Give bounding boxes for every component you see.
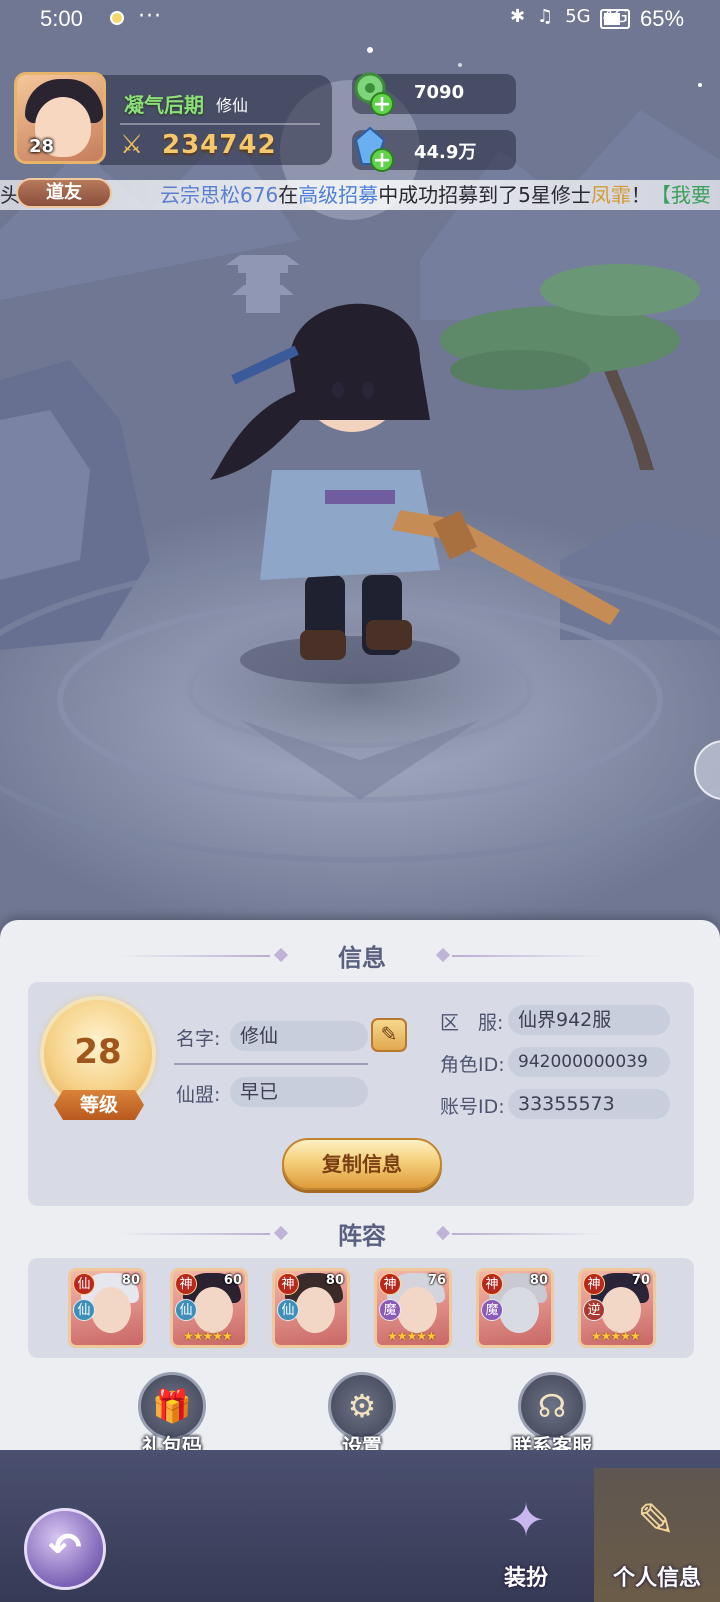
- marquee-text-1: 在: [278, 183, 299, 207]
- crossed-swords-icon: ⚔: [120, 130, 144, 160]
- guild-chip[interactable]: 道友: [16, 178, 112, 208]
- name-label: 名字:: [176, 1028, 221, 1050]
- level-value: 28: [74, 1032, 122, 1072]
- outfit-icon: ✦: [506, 1493, 546, 1547]
- role-id-label: 角色ID:: [440, 1054, 505, 1076]
- crystal-amount: 44.9万: [414, 142, 477, 163]
- resource-jade[interactable]: + 7090: [352, 72, 516, 116]
- hero-rank-badge: 神: [379, 1273, 401, 1295]
- hero-card[interactable]: 神 仙 80: [272, 1268, 350, 1348]
- add-crystal-button[interactable]: +: [370, 148, 394, 172]
- lineup-title: 阵容: [338, 1222, 386, 1250]
- notification-dot-icon: [110, 11, 124, 25]
- marquee-hero: 凤霏: [590, 183, 631, 207]
- earbuds-icon: ♫: [537, 6, 554, 27]
- hero-card[interactable]: 神 逆 70 ★★★★★: [578, 1268, 656, 1348]
- hero-face: [295, 1287, 335, 1333]
- divider: [120, 123, 320, 125]
- battery-percent: 65%: [640, 6, 685, 31]
- copy-info-button[interactable]: 复制信息: [282, 1138, 442, 1190]
- player-name-panel: 凝气后期 修仙 ⚔ 234742: [100, 75, 332, 165]
- combat-power: 234742: [162, 130, 277, 160]
- role-id-field: 942000000039: [508, 1047, 670, 1077]
- hero-class-badge: 仙: [175, 1299, 197, 1321]
- hero-rank-badge: 仙: [73, 1273, 95, 1295]
- server-field: 仙界942服: [508, 1005, 670, 1035]
- info-title: 信息: [338, 944, 386, 972]
- name-field: 修仙: [230, 1021, 368, 1051]
- server-label: 区 服:: [440, 1012, 504, 1034]
- gift-code-button[interactable]: 🎁 礼包码: [122, 1372, 222, 1458]
- hero-level: 60: [223, 1273, 242, 1288]
- hero-stars: ★★★★★: [183, 1329, 233, 1343]
- hero-level: 80: [325, 1273, 344, 1288]
- name-underline: [174, 1063, 368, 1065]
- hero-class-badge: 仙: [277, 1299, 299, 1321]
- hero-face: [91, 1287, 131, 1333]
- marquee-pool: 高级招募: [298, 183, 379, 207]
- resource-crystal[interactable]: + 44.9万: [352, 126, 516, 172]
- marquee-link[interactable]: 【我要: [651, 183, 711, 207]
- hero-card[interactable]: 神 仙 60 ★★★★★: [170, 1268, 248, 1348]
- hero-face: [193, 1287, 233, 1333]
- hero-rank-badge: 神: [583, 1273, 605, 1295]
- jade-amount: 7090: [414, 82, 465, 103]
- bluetooth-icon: ✱: [509, 6, 526, 27]
- avatar-level: 28: [29, 136, 55, 157]
- customer-service-button[interactable]: ☊ 联系客服: [502, 1372, 602, 1458]
- player-avatar[interactable]: 28: [14, 72, 106, 164]
- status-time: 5:00: [40, 6, 83, 31]
- add-jade-button[interactable]: +: [370, 92, 394, 116]
- hero-card[interactable]: 仙 仙 80: [68, 1268, 146, 1348]
- title-ornament-left: [120, 1233, 270, 1235]
- hero-class-badge: 仙: [73, 1299, 95, 1321]
- back-arrow-icon: ↶: [48, 1525, 82, 1571]
- settings-button[interactable]: ⚙ 设置: [312, 1372, 412, 1458]
- alliance-field: 早已: [230, 1077, 368, 1107]
- account-id-field: 33355573: [508, 1089, 670, 1119]
- hero-rank-badge: 神: [481, 1273, 503, 1295]
- status-more-dots: ···: [138, 4, 162, 29]
- back-button[interactable]: ↶: [24, 1508, 106, 1590]
- pencil-icon: ✎: [380, 1022, 398, 1046]
- hero-level: 76: [427, 1273, 446, 1288]
- title-ornament-right: [452, 955, 602, 957]
- marquee-end: ！: [630, 183, 651, 207]
- tab-profile[interactable]: ✎ 个人信息: [594, 1468, 720, 1602]
- hero-card[interactable]: 神 魔 76 ★★★★★: [374, 1268, 452, 1348]
- hero-rank-badge: 神: [277, 1273, 299, 1295]
- player-name: 修仙: [216, 96, 249, 115]
- tab-outfit-label: 装扮: [503, 1566, 548, 1591]
- hero-class-badge: 逆: [583, 1299, 605, 1321]
- hero-face: [397, 1287, 437, 1333]
- account-id-label: 账号ID:: [440, 1096, 505, 1118]
- level-label: 等级: [54, 1090, 144, 1120]
- signal-5g-icon: 5G: [565, 6, 591, 27]
- hero-level: 80: [121, 1273, 140, 1288]
- hero-level: 80: [529, 1273, 548, 1288]
- edit-name-button[interactable]: ✎: [371, 1018, 407, 1052]
- hero-face: [601, 1287, 641, 1333]
- tab-outfit[interactable]: ✦ 装扮: [470, 1468, 582, 1602]
- hero-level: 70: [631, 1273, 650, 1288]
- hero-class-badge: 魔: [481, 1299, 503, 1321]
- hero-card[interactable]: 神 魔 80: [476, 1268, 554, 1348]
- hero-class-badge: 魔: [379, 1299, 401, 1321]
- battery-icon: [600, 9, 630, 29]
- status-bar: 5:00 ··· ✱ ♫ 5G 4G 65%: [0, 0, 720, 38]
- alliance-label: 仙盟:: [176, 1084, 221, 1106]
- hero-rank-badge: 神: [175, 1273, 197, 1295]
- hero-face: [499, 1287, 539, 1333]
- profile-scroll-icon: ✎: [636, 1493, 676, 1547]
- tab-profile-label: 个人信息: [612, 1566, 701, 1591]
- marquee-player: 云宗思松676: [160, 183, 279, 207]
- cultivation-realm: 凝气后期: [124, 93, 204, 117]
- marquee-text-2: 中成功招募到了5星修士: [378, 183, 591, 207]
- hero-stars: ★★★★★: [591, 1329, 641, 1343]
- title-ornament-right: [452, 1233, 602, 1235]
- title-ornament-left: [120, 955, 270, 957]
- hero-stars: ★★★★★: [387, 1329, 437, 1343]
